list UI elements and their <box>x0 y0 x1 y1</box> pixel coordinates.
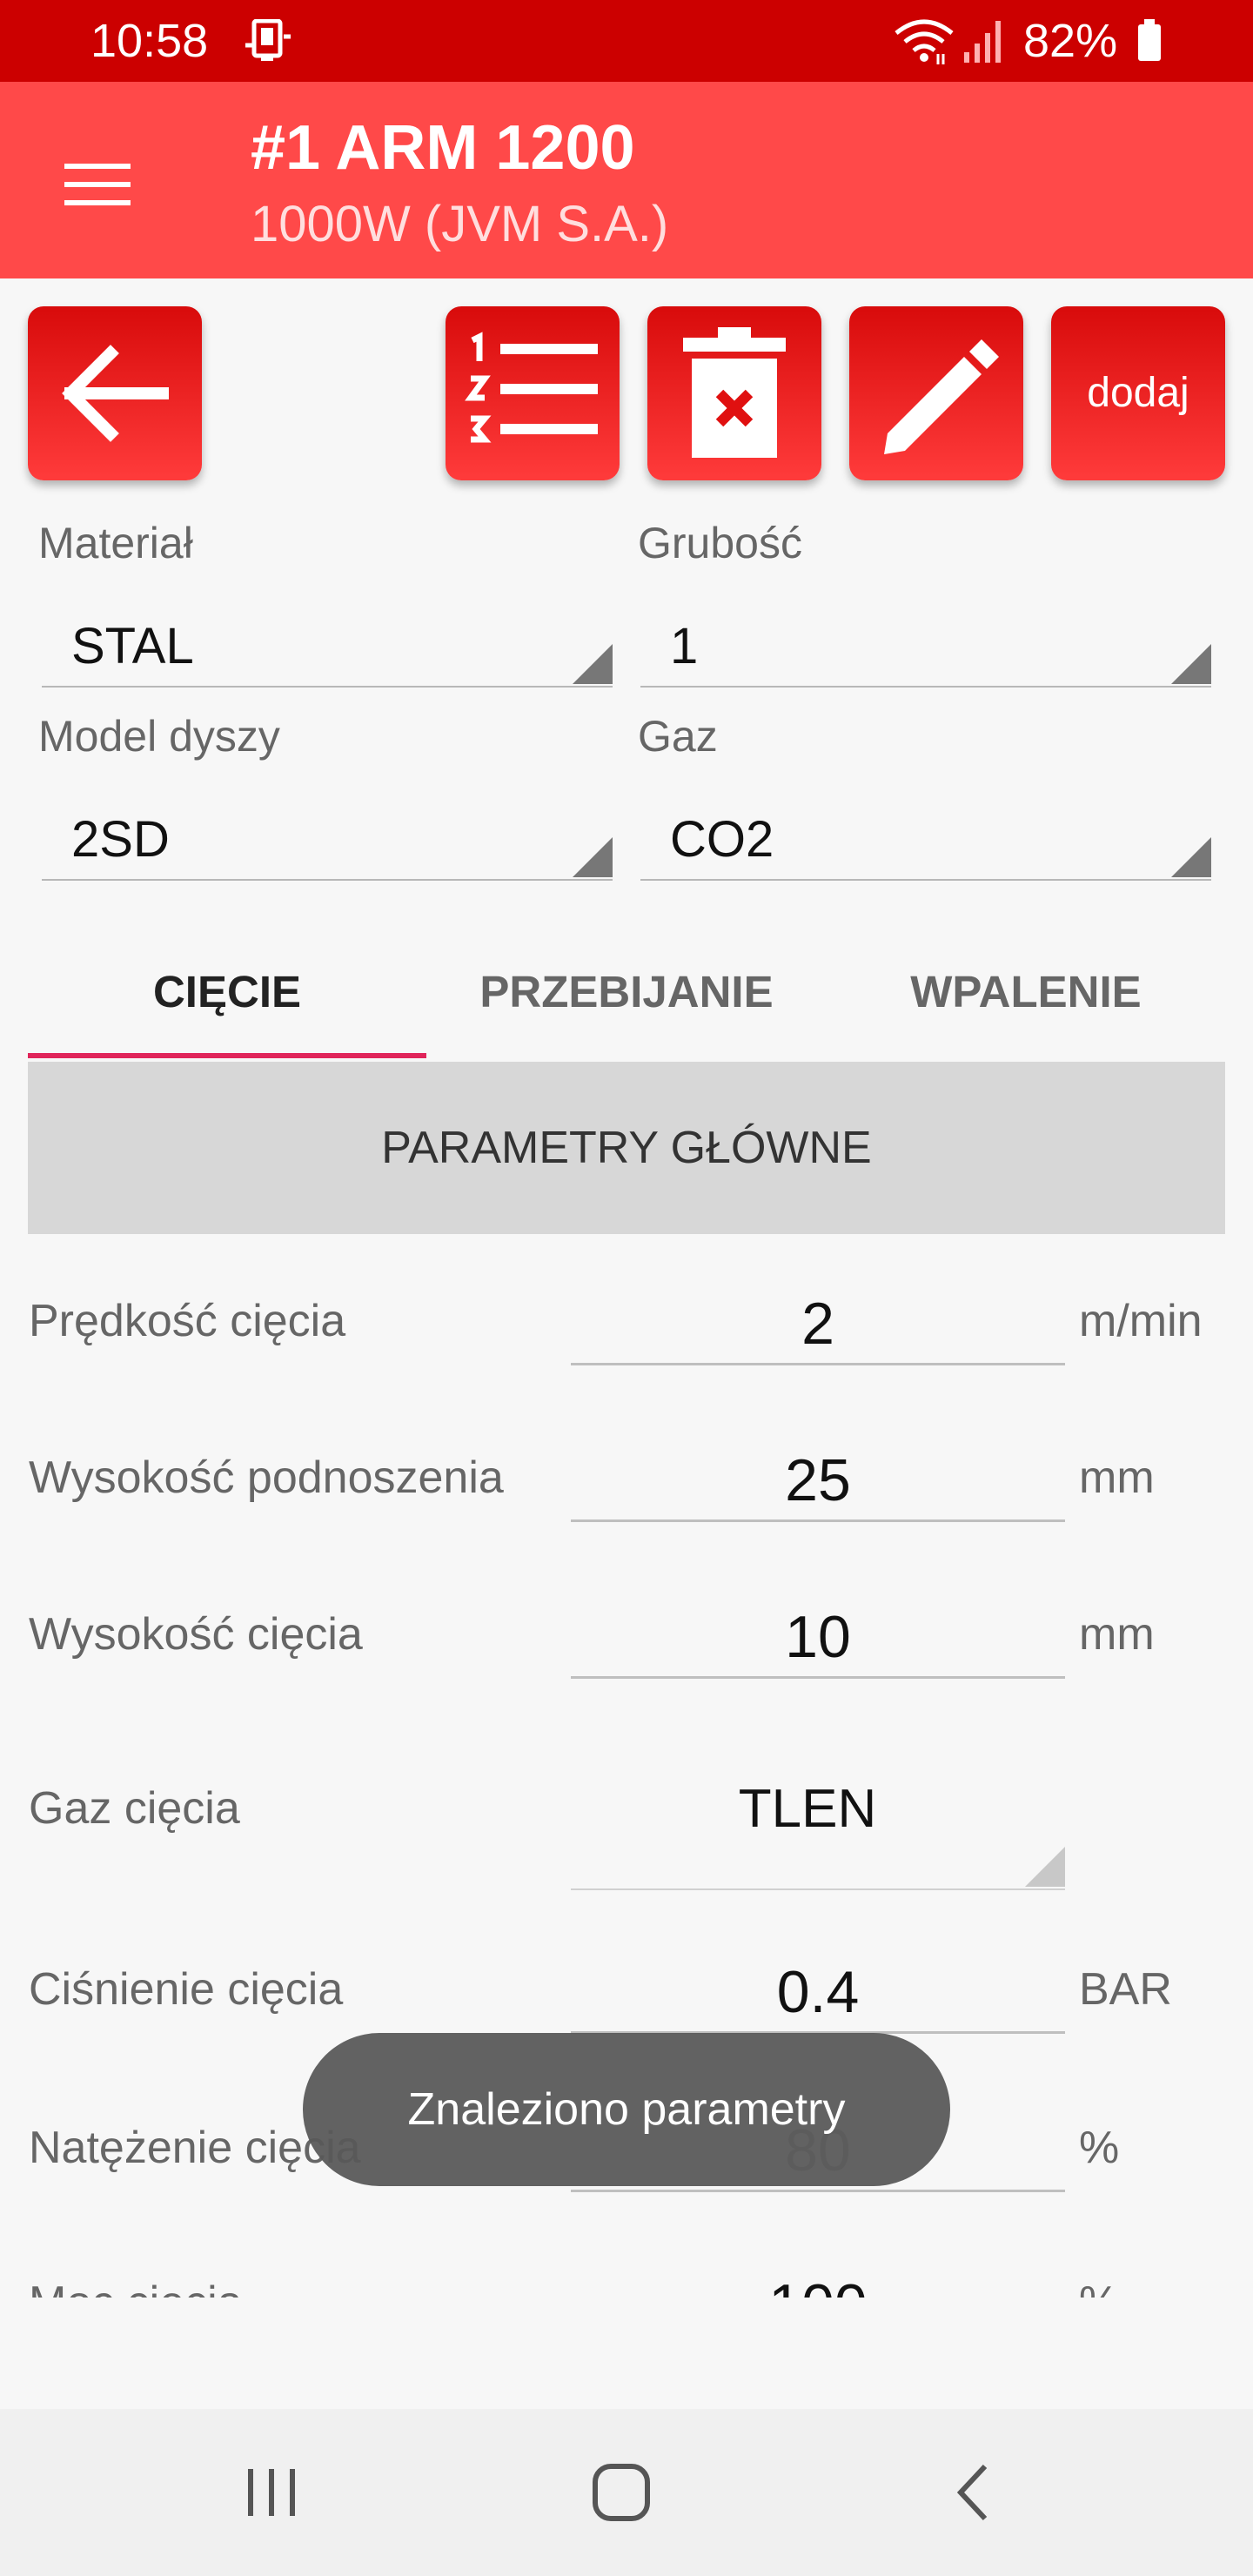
cutting-height-input[interactable]: 10 <box>571 1591 1065 1679</box>
lift-height-input[interactable]: 25 <box>571 1434 1065 1522</box>
active-tab-indicator <box>28 1053 426 1058</box>
chevron-left-icon <box>956 2464 988 2521</box>
param-unit-cutting-pressure: BAR <box>1079 1964 1172 2015</box>
nozzle-select[interactable]: 2SD <box>42 792 613 881</box>
numbered-list-button[interactable] <box>446 306 620 480</box>
back-button[interactable] <box>28 306 202 480</box>
back-nav-button[interactable] <box>921 2449 1025 2536</box>
recent-apps-button[interactable] <box>219 2449 324 2536</box>
dropdown-arrow-icon <box>1025 1847 1065 1887</box>
navigation-bar <box>0 2409 1253 2576</box>
add-button-label: dodaj <box>1087 370 1189 416</box>
section-header: PARAMETRY GŁÓWNE <box>28 1062 1225 1234</box>
trash-icon <box>683 327 786 458</box>
material-select[interactable]: STAL <box>42 599 613 688</box>
numbered-list-icon <box>465 332 598 443</box>
param-unit-cutting-height: mm <box>1079 1609 1155 1660</box>
param-label-cutting-gas: Gaz cięcia <box>29 1783 240 1834</box>
gas-select[interactable]: CO2 <box>640 792 1211 881</box>
dropdown-arrow-icon <box>1171 644 1211 684</box>
page-title: #1 ARM 1200 <box>251 113 635 183</box>
phone-transfer-icon <box>245 19 291 61</box>
gas-value: CO2 <box>670 811 774 868</box>
home-button[interactable] <box>569 2449 673 2536</box>
edit-button[interactable] <box>849 306 1023 480</box>
arrow-left-icon <box>62 345 169 442</box>
app-bar: #1 ARM 1200 1000W (JVM S.A.) <box>0 82 1253 278</box>
battery-percentage: 82% <box>1023 15 1118 67</box>
toast-message: Znaleziono parametry <box>303 2033 950 2186</box>
param-unit-cutting-current: % <box>1079 2123 1120 2173</box>
param-label-cutting-height: Wysokość cięcia <box>29 1609 363 1660</box>
cutting-speed-value: 2 <box>801 1291 834 1357</box>
hamburger-menu-icon[interactable] <box>52 150 143 219</box>
cutting-height-value: 10 <box>785 1604 851 1670</box>
cutting-gas-select[interactable]: TLEN <box>571 1761 1065 1890</box>
param-label-cutting-pressure: Ciśnienie cięcia <box>29 1964 344 2015</box>
scroll-clip-area <box>0 2298 1253 2409</box>
home-icon <box>593 2464 650 2521</box>
signal-icon <box>964 21 1001 63</box>
pencil-icon <box>884 339 999 454</box>
param-label-cutting-speed: Prędkość cięcia <box>29 1296 346 1346</box>
status-time: 10:58 <box>90 15 209 67</box>
tab-przebijanie[interactable]: PRZEBIJANIE <box>426 921 827 1062</box>
cutting-speed-input[interactable]: 2 <box>571 1278 1065 1365</box>
param-unit-lift-height: mm <box>1079 1452 1155 1503</box>
thickness-select[interactable]: 1 <box>640 599 1211 688</box>
delete-button[interactable] <box>647 306 821 480</box>
dropdown-arrow-icon <box>1171 837 1211 877</box>
param-label-lift-height: Wysokość podnoszenia <box>29 1452 504 1503</box>
cutting-pressure-input[interactable]: 0.4 <box>571 1946 1065 2034</box>
lift-height-value: 25 <box>785 1447 851 1513</box>
material-label: Materiał <box>38 519 193 567</box>
wifi-icon <box>895 19 954 64</box>
nozzle-label: Model dyszy <box>38 712 280 761</box>
nozzle-value: 2SD <box>71 811 170 868</box>
battery-icon <box>1138 19 1161 61</box>
recent-apps-icon <box>248 2469 295 2516</box>
page-subtitle: 1000W (JVM S.A.) <box>251 196 669 252</box>
cutting-pressure-value: 0.4 <box>776 1959 860 2025</box>
param-unit-cutting-speed: m/min <box>1079 1296 1203 1346</box>
tab-ciecie[interactable]: CIĘCIE <box>28 921 426 1062</box>
tab-bar: CIĘCIE PRZEBIJANIE WPALENIE <box>28 921 1225 1062</box>
tab-wpalenie[interactable]: WPALENIE <box>827 921 1225 1062</box>
dropdown-arrow-icon <box>573 644 613 684</box>
status-bar: 10:58 82% <box>0 0 1253 82</box>
material-value: STAL <box>71 618 194 674</box>
cutting-gas-value: TLEN <box>738 1779 877 1839</box>
add-button[interactable]: dodaj <box>1051 306 1225 480</box>
dropdown-arrow-icon <box>573 837 613 877</box>
gas-label: Gaz <box>638 712 718 761</box>
thickness-value: 1 <box>670 618 699 674</box>
thickness-label: Grubość <box>638 519 802 567</box>
